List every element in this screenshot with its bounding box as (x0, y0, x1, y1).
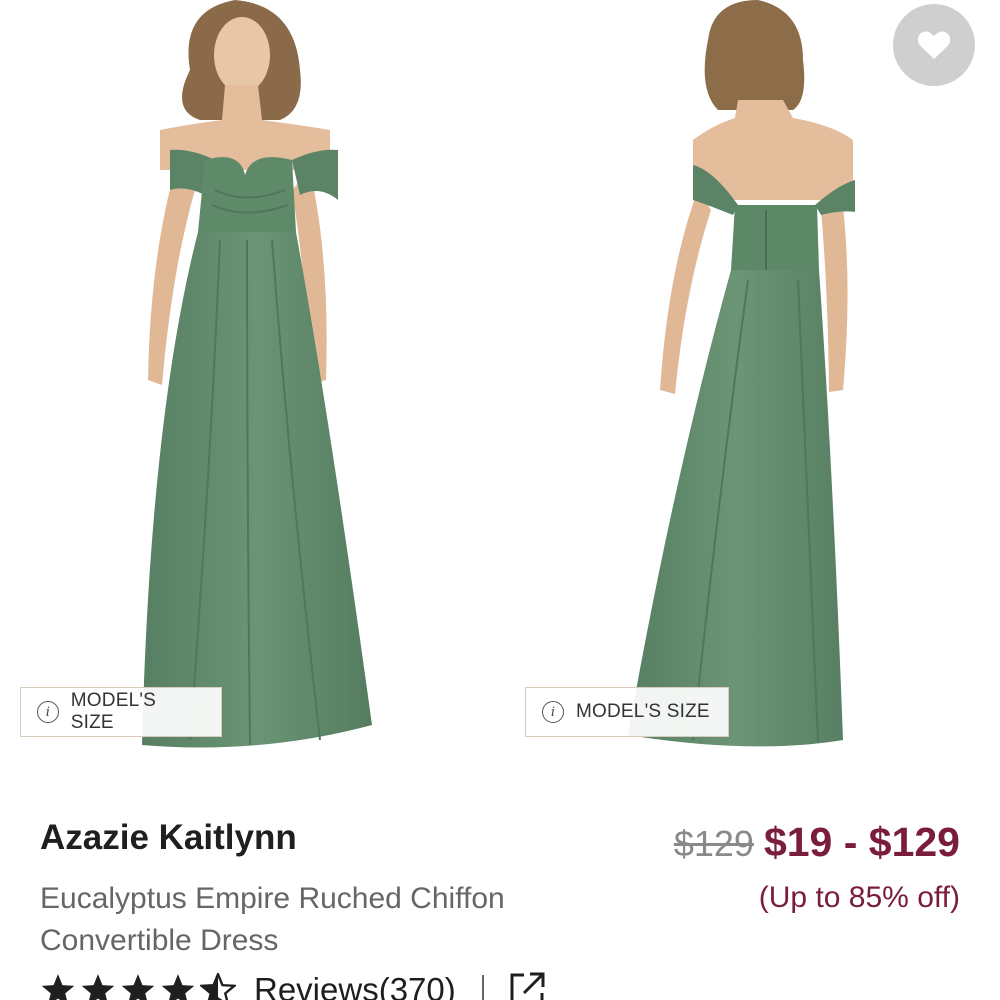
rating-row: Reviews(370) (40, 968, 546, 1000)
original-price: $129 (673, 823, 754, 864)
divider (481, 975, 484, 1000)
product-photo-front[interactable] (0, 0, 497, 770)
heart-icon (917, 31, 951, 59)
discount-label: (Up to 85% off) (758, 881, 960, 914)
model-size-button-front[interactable]: i MODEL'S SIZE (20, 687, 222, 737)
reviews-link[interactable]: Reviews(370) (254, 971, 456, 1000)
model-size-button-back[interactable]: i MODEL'S SIZE (525, 687, 729, 737)
favorite-button[interactable] (893, 4, 975, 86)
star-icon (121, 974, 155, 1000)
product-gallery[interactable]: i MODEL'S SIZE i MODEL'S SIZE (0, 0, 1000, 780)
product-description: Eucalyptus Empire Ruched Chiffon Convert… (40, 882, 505, 957)
star-icon (41, 974, 75, 1000)
product-photo-back[interactable] (503, 0, 1000, 770)
model-size-label: MODEL'S SIZE (576, 701, 710, 722)
price-block: $129 $19 - $129 (Up to 85% off) (674, 816, 960, 918)
star-half-icon (200, 973, 236, 1000)
info-icon: i (37, 701, 59, 723)
external-link-icon[interactable] (508, 971, 546, 1000)
product-page: i MODEL'S SIZE i MODEL'S SIZE Azazie Kai… (0, 0, 1000, 1000)
sale-price-range: $19 - $129 (763, 819, 960, 865)
star-icon (161, 974, 195, 1000)
product-brand-name: Azazie Kaitlynn (40, 818, 297, 857)
star-rating (40, 973, 240, 1000)
star-icon (81, 974, 115, 1000)
info-icon: i (542, 701, 564, 723)
model-size-label: MODEL'S SIZE (70, 690, 157, 733)
